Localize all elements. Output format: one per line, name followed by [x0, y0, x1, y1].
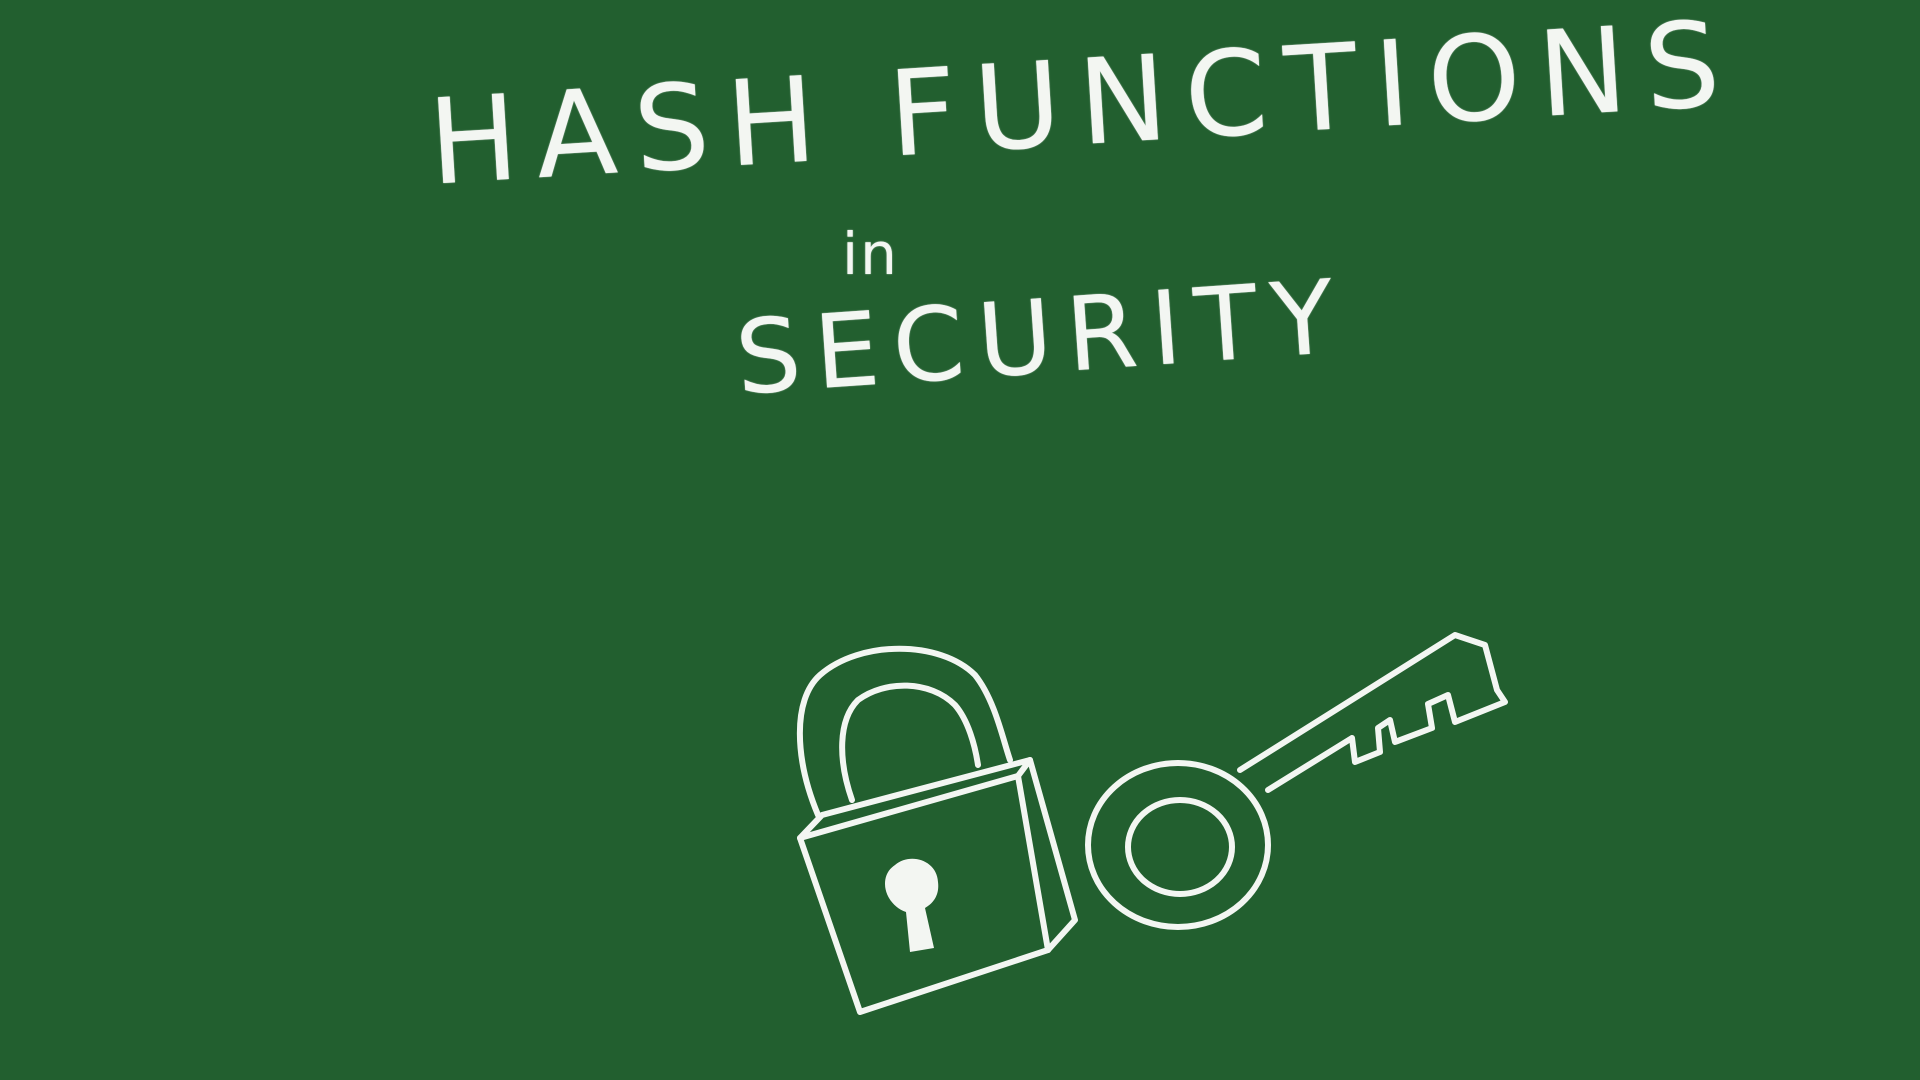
- chalkboard: HASH FUNCTIONS in SECURITY: [0, 0, 1920, 1080]
- title-line-2: SECURITY: [732, 257, 1352, 419]
- title-connector: in: [842, 220, 899, 288]
- padlock-icon: [796, 645, 1078, 1015]
- key-icon: [1085, 632, 1508, 930]
- title-line-1: HASH FUNCTIONS: [425, 0, 1742, 212]
